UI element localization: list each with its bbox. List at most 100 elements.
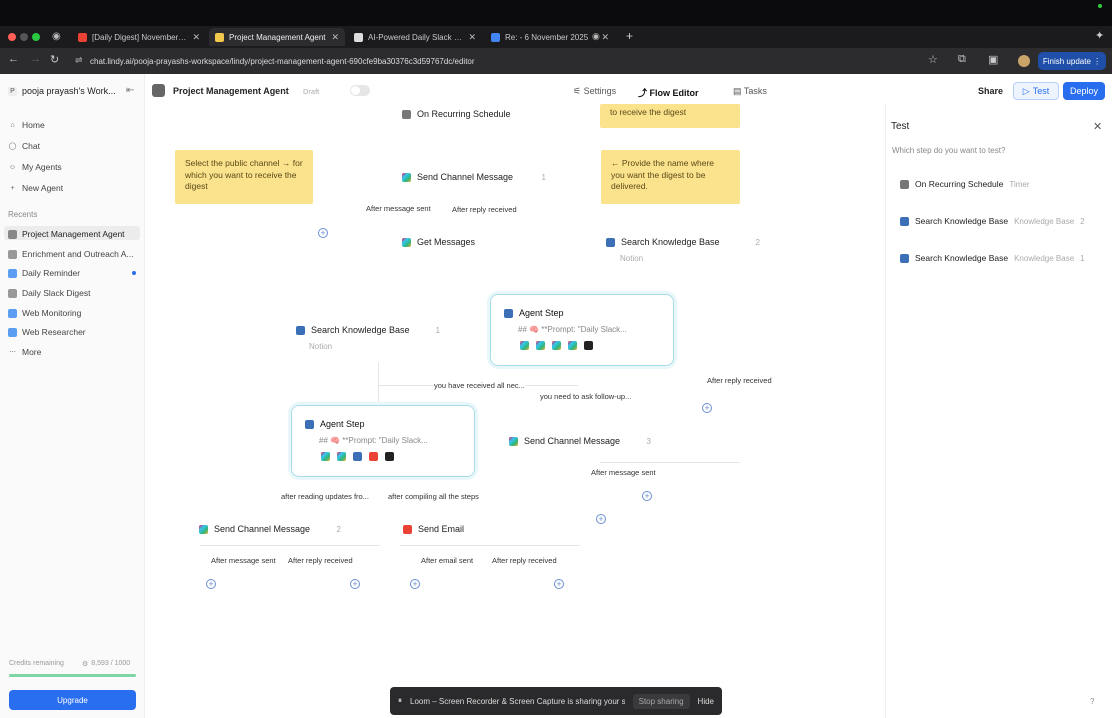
url-field[interactable]: ⇌ chat.lindy.ai/pooja-prayashs-workspace… (70, 51, 945, 71)
window-zoom-button[interactable] (32, 33, 40, 41)
play-icon: ▷ (1022, 85, 1030, 96)
bookmark-star-icon[interactable]: ☆ (928, 53, 938, 66)
node-send-channel-message[interactable]: Send Channel Message 3 (501, 431, 659, 451)
collapse-sidebar-icon[interactable]: ⇤ (126, 85, 134, 96)
tab-tasks[interactable]: ▤ Tasks (733, 86, 767, 97)
edge-label[interactable]: after reading updates fro... (281, 492, 369, 501)
node-agent-step[interactable]: Agent Step ## 🧠 **Prompt: "Daily Slack..… (291, 405, 475, 477)
sidebar-item-chat[interactable]: ◯ Chat (8, 141, 40, 151)
node-search-knowledge-base[interactable]: Search Knowledge Base 1 (288, 320, 448, 340)
window-close-button[interactable] (8, 33, 16, 41)
upgrade-button[interactable]: Upgrade (9, 690, 136, 710)
add-step-icon[interactable]: + (554, 579, 564, 589)
timer-icon (402, 109, 411, 119)
hide-button[interactable]: Hide (698, 697, 714, 706)
slack-icon (321, 452, 330, 461)
recent-label: Web Monitoring (22, 308, 82, 318)
tab-notion[interactable]: AI-Powered Daily Slack Digest ✕ (348, 28, 482, 46)
deploy-button[interactable]: Deploy (1063, 82, 1105, 100)
recent-item[interactable]: Daily Slack Digest (8, 288, 91, 298)
node-search-knowledge-base[interactable]: Search Knowledge Base 2 (598, 232, 768, 252)
more-link[interactable]: ⋯ More (8, 347, 41, 357)
reload-icon[interactable]: ↻ (50, 53, 59, 66)
edge-label[interactable]: After reply received (288, 556, 353, 565)
share-button[interactable]: Share (978, 86, 1003, 96)
close-icon[interactable]: ✕ (331, 32, 339, 43)
sidebar-item-new-agent[interactable]: + New Agent (8, 183, 63, 193)
edge-label[interactable]: After reply received (707, 376, 772, 385)
window-minimize-button[interactable] (20, 33, 28, 41)
edge-label[interactable]: After message sent (591, 468, 656, 477)
edge-label[interactable]: After reply received (452, 205, 517, 214)
add-step-icon[interactable]: + (318, 228, 328, 238)
node-send-channel-message[interactable]: Send Channel Message 2 (191, 519, 349, 539)
slack-icon (520, 341, 529, 350)
recent-label: Web Researcher (22, 327, 86, 337)
node-get-messages[interactable]: Get Messages (394, 232, 544, 252)
node-label: Send Channel Message (524, 436, 621, 446)
close-icon[interactable]: ✕ (192, 32, 200, 43)
recent-item[interactable]: Web Monitoring (8, 308, 81, 318)
profile-avatar[interactable] (1018, 55, 1030, 67)
site-settings-icon[interactable]: ⇌ (75, 55, 83, 66)
add-step-icon[interactable]: + (410, 579, 420, 589)
sticky-note[interactable]: Select the public channel → for which yo… (175, 150, 313, 204)
edge-label[interactable]: After message sent (366, 204, 431, 213)
tab-overview-icon[interactable]: ◉ (52, 31, 61, 42)
add-step-icon[interactable]: + (702, 403, 712, 413)
finish-update-button[interactable]: Finish update ⋮ (1038, 52, 1106, 70)
edge-label[interactable]: after compiling all the steps (388, 492, 479, 501)
tab-settings[interactable]: ⚟ Settings (573, 86, 616, 97)
sidebar-toggle-icon[interactable]: ▣ (988, 53, 998, 66)
recent-item[interactable]: Enrichment and Outreach A... (8, 249, 134, 259)
tab-gmail[interactable]: [Daily Digest] November 6, 2 ✕ (72, 28, 206, 46)
edge-label[interactable]: you have received all nec... (434, 381, 525, 390)
node-send-email[interactable]: Send Email (395, 519, 545, 539)
tab-flow-editor[interactable]: ⤴ Flow Editor (638, 86, 699, 99)
tab-project-management-agent[interactable]: Project Management Agent ✕ (209, 28, 345, 46)
stop-sharing-button[interactable]: Stop sharing (632, 693, 690, 709)
edge-label[interactable]: you need to ask follow-up... (540, 392, 632, 401)
lindy-tab-icon[interactable]: ◉ (592, 31, 600, 42)
add-step-icon[interactable]: + (642, 491, 652, 501)
deploy-toggle[interactable] (350, 85, 370, 96)
close-icon[interactable]: ✕ (601, 32, 609, 43)
sticky-note[interactable]: ← Provide the name where you want the di… (601, 150, 740, 204)
back-icon[interactable]: ← (8, 53, 19, 65)
sidebar-item-home[interactable]: ⌂ Home (8, 120, 44, 130)
help-icon[interactable]: ? (1090, 697, 1094, 706)
node-send-channel-message[interactable]: Send Channel Message 1 (394, 167, 554, 187)
forward-icon[interactable]: → (30, 53, 41, 65)
extension-puzzle-icon[interactable]: ⧉ (958, 53, 966, 66)
sticky-note[interactable]: to receive the digest (600, 104, 740, 128)
node-badge: 3 (646, 436, 651, 446)
close-icon[interactable]: ✕ (468, 32, 476, 43)
agent-step-header: Agent Step (504, 308, 564, 318)
test-step-option[interactable]: Search Knowledge Base Knowledge Base 1 (896, 253, 1085, 263)
test-button[interactable]: ▷ Test (1013, 82, 1059, 100)
node-on-recurring-schedule[interactable]: On Recurring Schedule (394, 104, 572, 124)
tab-label: [Daily Digest] November 6, 2 (92, 32, 188, 42)
add-step-icon[interactable]: + (350, 579, 360, 589)
edge-label[interactable]: After reply received (492, 556, 557, 565)
gmail-icon (369, 452, 378, 461)
gmail-icon (403, 524, 412, 534)
node-agent-step[interactable]: Agent Step ## 🧠 **Prompt: "Daily Slack..… (490, 294, 674, 366)
close-icon[interactable]: ✕ (1093, 120, 1102, 133)
test-step-option[interactable]: On Recurring Schedule Timer (896, 179, 1030, 189)
add-step-icon[interactable]: + (596, 514, 606, 524)
workspace-switcher[interactable]: P pooja prayash's Work... (8, 86, 116, 96)
chevron-down-icon[interactable]: ⌄ (282, 86, 289, 95)
add-step-icon[interactable]: + (206, 579, 216, 589)
recent-item[interactable]: Project Management Agent (8, 229, 125, 239)
edge-label[interactable]: After email sent (421, 556, 474, 565)
edge-label[interactable]: After message sent (211, 556, 276, 565)
recent-item[interactable]: Daily Reminder (8, 268, 80, 278)
agent-name[interactable]: Project Management Agent (173, 86, 289, 96)
sidebar-item-my-agents[interactable]: ☺ My Agents (8, 162, 62, 172)
new-tab-icon[interactable]: + (626, 29, 633, 43)
test-step-option[interactable]: Search Knowledge Base Knowledge Base 2 (896, 216, 1085, 226)
workspace-avatar: P (8, 86, 17, 96)
recent-item[interactable]: Web Researcher (8, 327, 86, 337)
extensions-icon[interactable]: ✦ (1095, 29, 1104, 42)
